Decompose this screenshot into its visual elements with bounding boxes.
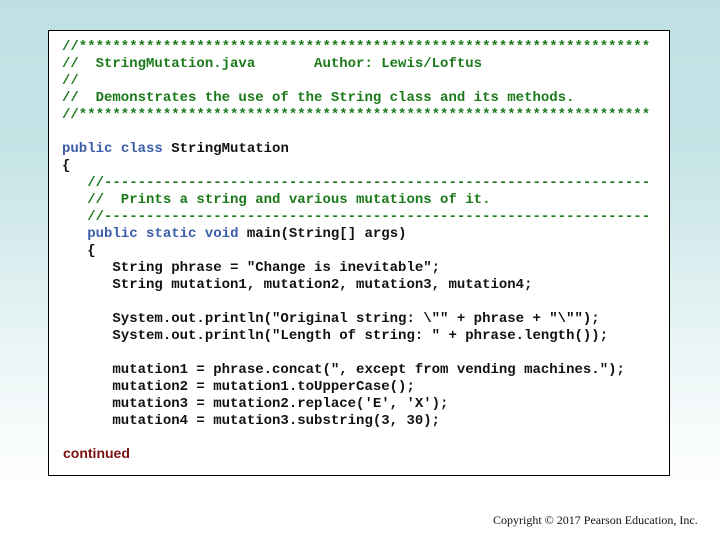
continued-label: continued bbox=[63, 445, 130, 461]
keyword-class: class bbox=[120, 141, 163, 157]
header-description: // Demonstrates the use of the String cl… bbox=[62, 90, 575, 106]
code-line: String mutation1, mutation2, mutation3, … bbox=[62, 277, 533, 293]
method-signature: main(String[] args) bbox=[238, 226, 407, 242]
code-line: mutation2 = mutation1.toUpperCase(); bbox=[62, 379, 415, 395]
code-listing: //**************************************… bbox=[62, 39, 650, 430]
code-line: System.out.println("Length of string: " … bbox=[62, 328, 609, 344]
code-line: mutation1 = phrase.concat(", except from… bbox=[62, 362, 625, 378]
code-line: System.out.println("Original string: \""… bbox=[62, 311, 600, 327]
method-comment-text: // Prints a string and various mutations… bbox=[62, 192, 491, 208]
keyword-void: void bbox=[204, 226, 239, 242]
class-open-brace: { bbox=[62, 158, 71, 174]
code-line: mutation4 = mutation3.substring(3, 30); bbox=[62, 413, 441, 429]
method-comment-divider-top: //--------------------------------------… bbox=[62, 175, 651, 191]
code-listing-panel: //**************************************… bbox=[48, 30, 670, 476]
header-file-line: // StringMutation.java Author: Lewis/Lof… bbox=[62, 56, 483, 72]
keyword-public: public bbox=[87, 226, 138, 242]
header-border-bottom: //**************************************… bbox=[62, 107, 651, 123]
class-declaration: public class StringMutation bbox=[62, 141, 650, 158]
keyword-static: static bbox=[146, 226, 197, 242]
class-name: StringMutation bbox=[162, 141, 289, 157]
keyword-public: public bbox=[62, 141, 113, 157]
method-comment-divider-bottom: //--------------------------------------… bbox=[62, 209, 651, 225]
method-open-brace: { bbox=[62, 243, 96, 259]
header-empty-comment: // bbox=[62, 73, 79, 89]
header-border-top: //**************************************… bbox=[62, 39, 651, 55]
code-line: String phrase = "Change is inevitable"; bbox=[62, 260, 441, 276]
copyright-notice: Copyright © 2017 Pearson Education, Inc. bbox=[493, 513, 698, 527]
method-declaration: public static void main(String[] args) bbox=[62, 226, 650, 243]
code-line: mutation3 = mutation2.replace('E', 'X'); bbox=[62, 396, 449, 412]
